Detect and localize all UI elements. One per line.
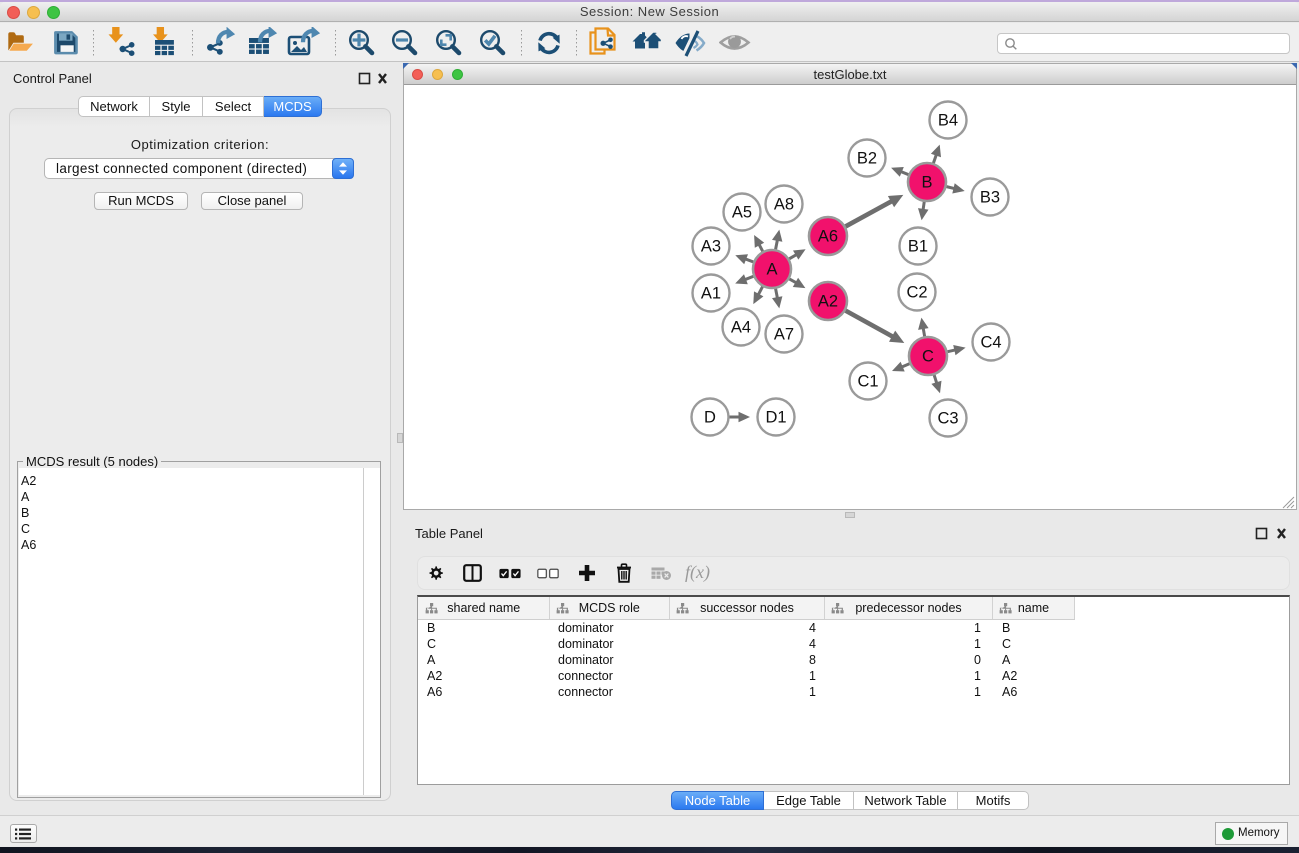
svg-text:C2: C2 — [906, 284, 927, 302]
svg-text:C: C — [922, 348, 934, 366]
svg-text:B1: B1 — [908, 238, 928, 256]
svg-text:D: D — [704, 409, 716, 427]
svg-text:B3: B3 — [980, 189, 1000, 207]
svg-text:B2: B2 — [857, 150, 877, 168]
svg-text:A7: A7 — [774, 326, 794, 344]
svg-text:C4: C4 — [980, 334, 1001, 352]
svg-text:C3: C3 — [937, 410, 958, 428]
svg-text:B4: B4 — [938, 112, 958, 130]
svg-text:A2: A2 — [818, 293, 838, 311]
svg-text:A1: A1 — [701, 285, 721, 303]
svg-text:C1: C1 — [857, 373, 878, 391]
svg-text:A3: A3 — [701, 238, 721, 256]
svg-text:A: A — [766, 261, 777, 279]
svg-text:A8: A8 — [774, 196, 794, 214]
svg-text:D1: D1 — [765, 409, 786, 427]
svg-text:A6: A6 — [818, 228, 838, 246]
svg-text:A4: A4 — [731, 319, 751, 337]
svg-text:A5: A5 — [732, 204, 752, 222]
svg-text:B: B — [921, 174, 932, 192]
